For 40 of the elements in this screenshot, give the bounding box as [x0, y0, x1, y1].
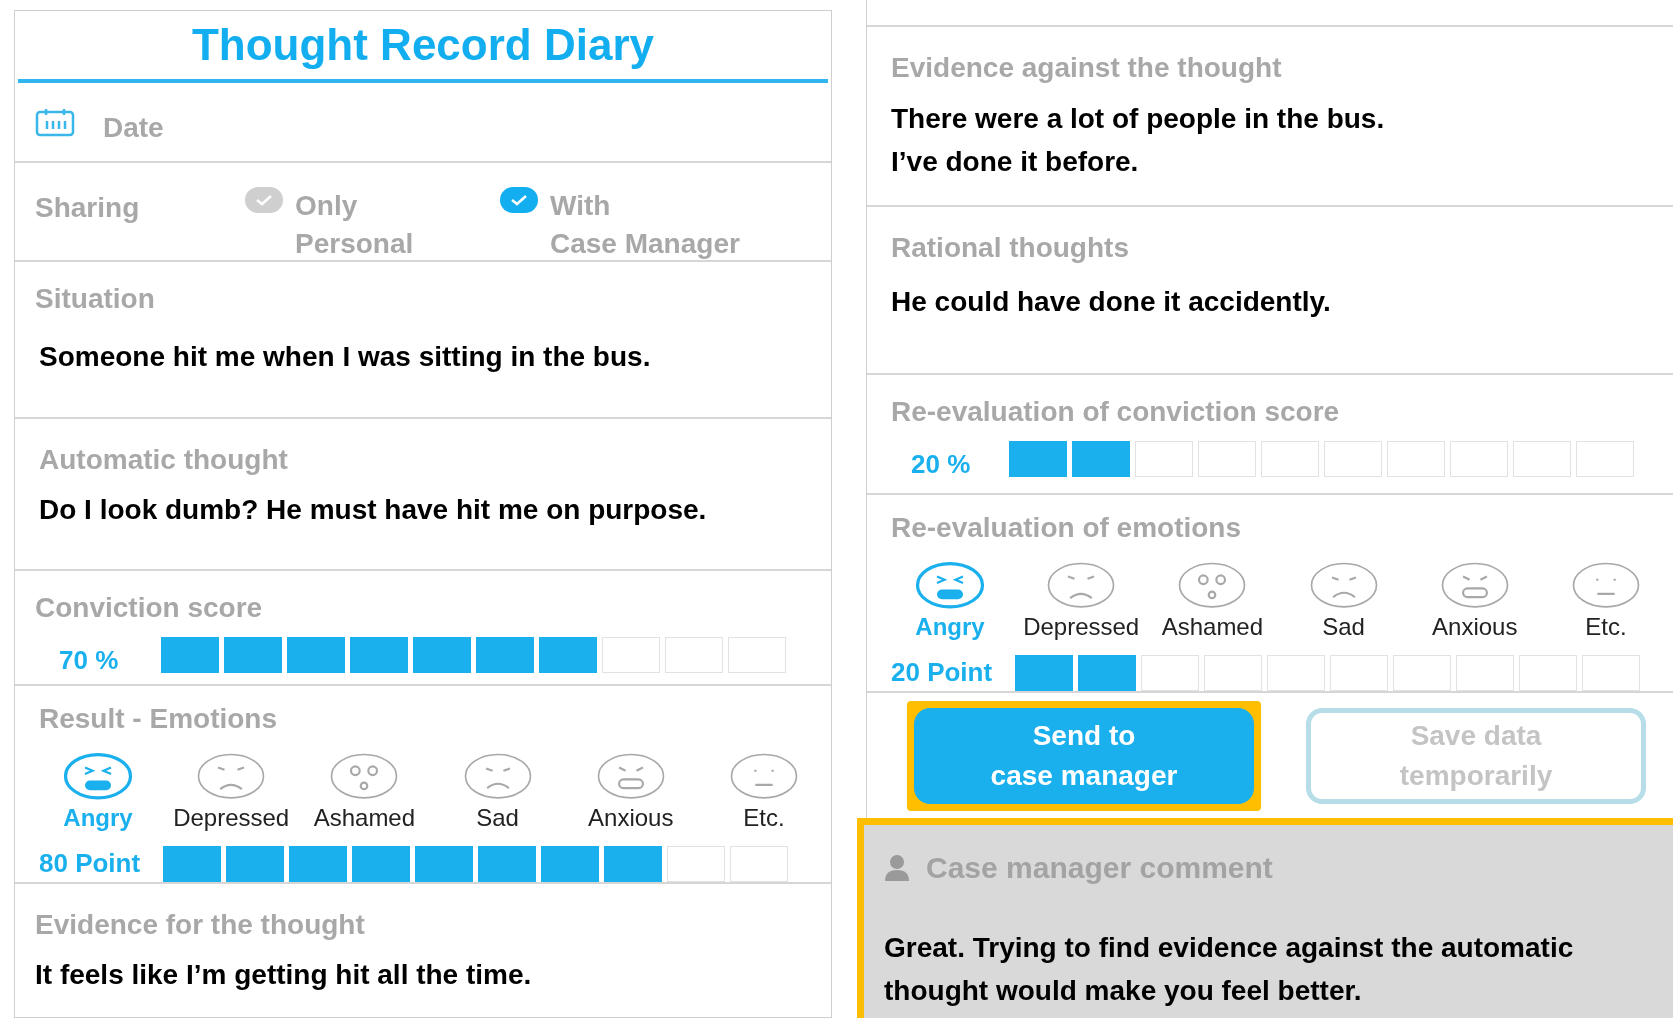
field-label: Situation: [35, 282, 156, 316]
check-icon: [500, 187, 538, 213]
calendar-icon[interactable]: [35, 107, 75, 137]
field-label: Rational thoughts: [891, 231, 1130, 265]
field-label: Evidence against the thought: [891, 51, 1283, 85]
score-bar[interactable]: [1009, 440, 1634, 477]
field-text[interactable]: He could have done it accidently.: [891, 281, 1673, 323]
emotion-option[interactable]: Anxious: [1415, 557, 1534, 645]
emotion-option[interactable]: Ashamed: [1153, 557, 1272, 645]
emotion-option[interactable]: Depressed: [1022, 557, 1141, 645]
field-label: Conviction score: [35, 591, 264, 625]
emotion-option[interactable]: Depressed: [172, 748, 291, 836]
field-label: Evidence for the thought: [35, 908, 366, 942]
field-text[interactable]: There were a lot of people in the bus. I’ve done it before.: [891, 97, 1673, 183]
app-title: Thought Record Diary: [192, 19, 654, 71]
score-bar[interactable]: [163, 845, 788, 882]
score-reading: 20 %: [910, 448, 972, 481]
score-reading: 70 %: [58, 644, 120, 677]
comment-text: Great. Trying to find evidence against the automatic thought would make you feel better.: [884, 931, 1575, 1008]
field-label: Date: [103, 111, 164, 145]
check-icon: [245, 187, 283, 213]
emotion-option[interactable]: Sad: [1284, 557, 1403, 645]
field-label: Re-evaluation of conviction score: [891, 395, 1341, 429]
emotion-option[interactable]: Sad: [438, 748, 557, 836]
score-bar[interactable]: [1015, 654, 1640, 691]
field-label: Result - Emotions: [39, 702, 278, 736]
emotion-option[interactable]: Etc.: [1546, 557, 1665, 645]
emotion-option[interactable]: Etc.: [704, 748, 823, 836]
person-icon: [884, 853, 910, 882]
field-text[interactable]: It feels like I’m getting hit all the time.: [35, 954, 831, 996]
emotion-option[interactable]: Anxious: [571, 748, 690, 836]
score-reading: 20 Point: [891, 656, 994, 689]
score-bar[interactable]: [161, 636, 786, 673]
emotion-option[interactable]: Ashamed: [305, 748, 424, 836]
field-text[interactable]: Someone hit me when I was sitting in the bus.: [39, 336, 831, 378]
field-label: Sharing: [35, 191, 141, 225]
field-label: Re-evaluation of emotions: [891, 511, 1243, 545]
field-text[interactable]: Do I look dumb? He must have hit me on purpose.: [39, 489, 831, 531]
field-label: Automatic thought: [39, 443, 289, 477]
score-reading: 80 Point: [39, 847, 142, 880]
